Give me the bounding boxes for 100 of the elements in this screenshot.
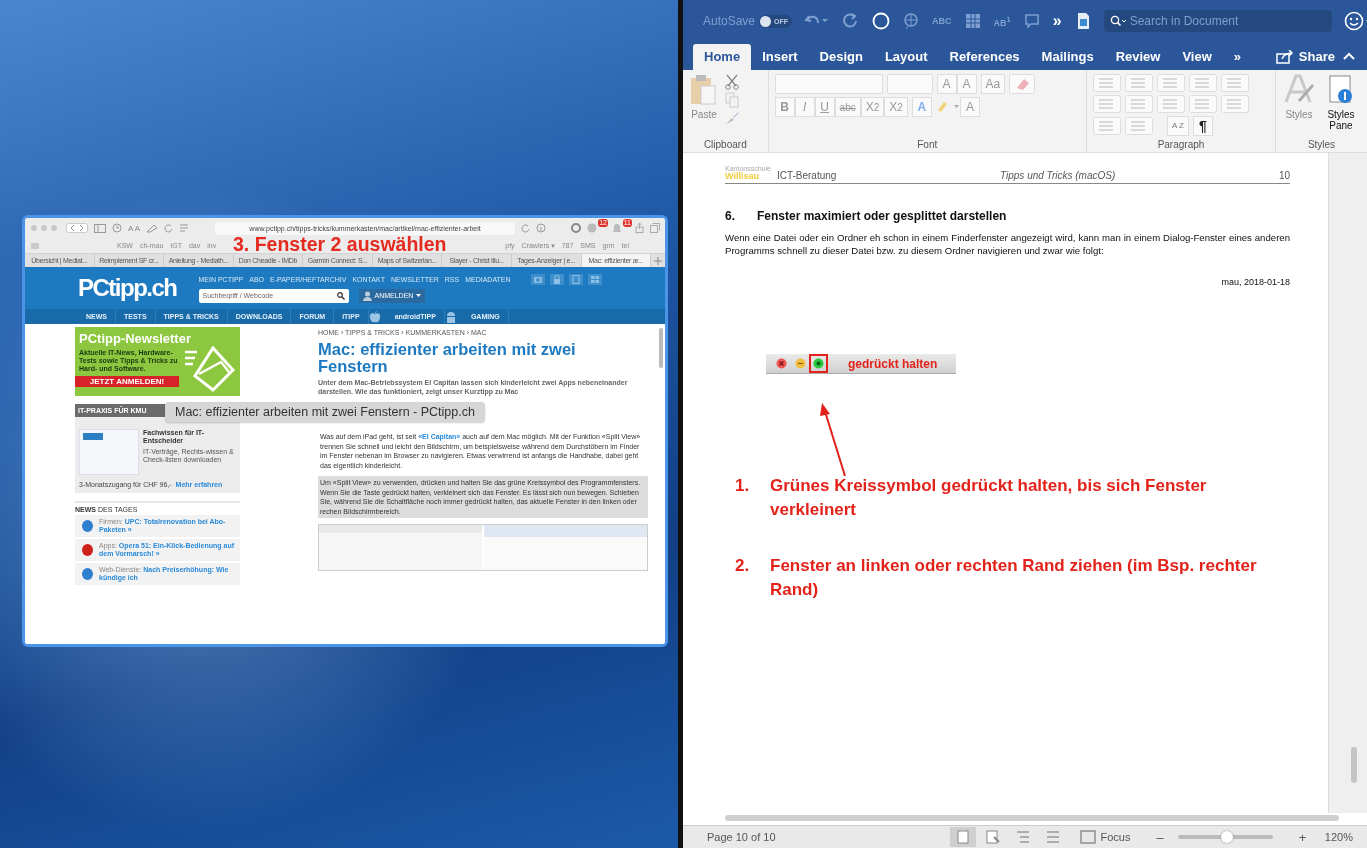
circle-icon[interactable] bbox=[872, 12, 891, 30]
styles-pane-button[interactable]: Styles Pane bbox=[1321, 74, 1361, 139]
share-button[interactable]: Share bbox=[1267, 49, 1343, 70]
zoom-in-button[interactable]: + bbox=[1298, 829, 1307, 845]
format-button[interactable]: B bbox=[774, 97, 795, 117]
bell-icon[interactable] bbox=[611, 223, 623, 233]
toolbar-button[interactable]: » bbox=[1052, 12, 1062, 30]
reader-icon[interactable] bbox=[179, 224, 189, 232]
scissors-icon[interactable] bbox=[724, 74, 740, 90]
share-icon[interactable] bbox=[635, 223, 644, 233]
caret-icon bbox=[416, 294, 422, 297]
align-right-icon[interactable] bbox=[1156, 95, 1185, 113]
annotation-caption: 3. Fenster 2 auswählen bbox=[233, 234, 447, 254]
collapse-caret-icon[interactable] bbox=[1343, 52, 1355, 60]
shrink-font-button[interactable]: A bbox=[956, 74, 977, 94]
eraser-icon[interactable] bbox=[1009, 74, 1036, 94]
multilevel-list-icon[interactable] bbox=[1156, 74, 1185, 92]
fruit-icon bbox=[368, 310, 381, 323]
clipboard-icon bbox=[689, 74, 719, 106]
window-controls-icon bbox=[30, 224, 60, 232]
scrollbar-thumb[interactable] bbox=[659, 328, 663, 368]
body-paragraph: Wenn eine Datei oder ein Ordner eh schon in einem Finderfenster angezeigt wird, kann man in einem Dialog-Fenster eines anderen Programms schnell zu dieser Datei bzw. zu diesem Ordner navigieren und zwar wie folgt: bbox=[725, 232, 1290, 257]
copy-icon[interactable] bbox=[724, 92, 740, 108]
banner-title: PCtipp-Newsletter bbox=[79, 331, 192, 346]
format-button[interactable]: U bbox=[814, 97, 835, 117]
share-icon bbox=[1275, 49, 1294, 64]
new-tab-icon[interactable] bbox=[654, 256, 663, 265]
four-panes-icon[interactable] bbox=[587, 273, 602, 285]
decrease-indent-icon[interactable] bbox=[1188, 74, 1217, 92]
edit-icon[interactable] bbox=[146, 223, 158, 233]
history-icon[interactable] bbox=[112, 223, 122, 233]
table-icon[interactable] bbox=[963, 12, 982, 30]
signup-button[interactable]: JETZT ANMELDEN! bbox=[75, 376, 179, 387]
date-text: mau, 2018-01-18 bbox=[1220, 277, 1290, 287]
borders-icon[interactable] bbox=[1124, 117, 1153, 135]
ribbon-tab[interactable]: View bbox=[1171, 44, 1223, 70]
device-icon[interactable] bbox=[568, 273, 583, 285]
zoom-level: 120% bbox=[1324, 831, 1353, 843]
ribbon-tab[interactable]: Review bbox=[1104, 44, 1172, 70]
back-forward-icon[interactable] bbox=[66, 223, 88, 233]
gear-icon[interactable] bbox=[571, 223, 581, 233]
ribbon-tab[interactable]: Design bbox=[808, 44, 874, 70]
paste-button[interactable]: Paste bbox=[689, 74, 719, 139]
header-title: Tipps und Tricks (macOS) bbox=[999, 170, 1117, 181]
ribbon-tab[interactable]: References bbox=[938, 44, 1031, 70]
grow-font-button[interactable]: A bbox=[936, 74, 957, 94]
camera-icon[interactable] bbox=[530, 273, 545, 285]
change-case-button[interactable]: Aa bbox=[980, 74, 1006, 94]
lock-icon[interactable] bbox=[549, 273, 564, 285]
reload-icon[interactable] bbox=[521, 223, 530, 233]
bullets-icon[interactable] bbox=[1092, 74, 1121, 92]
styles-button[interactable]: Styles bbox=[1282, 74, 1316, 139]
step-number: 1. bbox=[735, 475, 751, 497]
site-logo[interactable]: PCtipp.ch bbox=[78, 274, 177, 302]
font-name-dropdown[interactable] bbox=[774, 74, 883, 94]
show-formatting-button[interactable]: ¶ bbox=[1192, 116, 1213, 136]
tooltip: Mac: effizienter arbeiten mit zwei Fenstern - PCtipp.ch bbox=[165, 402, 485, 422]
search-icon[interactable] bbox=[336, 291, 345, 300]
align-left-icon[interactable] bbox=[1092, 95, 1121, 113]
search-icon bbox=[1109, 15, 1126, 27]
comment-icon[interactable] bbox=[1022, 12, 1041, 30]
font-size-dropdown[interactable] bbox=[886, 74, 933, 94]
reload-icon[interactable] bbox=[164, 223, 173, 233]
tabs-icon[interactable] bbox=[650, 223, 660, 233]
robot-icon bbox=[444, 310, 457, 323]
font-color-button[interactable]: A bbox=[959, 97, 980, 117]
close-icon bbox=[776, 358, 787, 369]
shading-icon[interactable] bbox=[1092, 117, 1121, 135]
step-text: Fenster an linken oder rechten Rand ziehen (im Bsp. rechter Rand) bbox=[770, 555, 1258, 601]
ribbon-tab[interactable]: Home bbox=[693, 44, 752, 70]
toolbar-button[interactable]: AB$^{1}$ bbox=[993, 14, 1011, 28]
zoom-out-button[interactable]: – bbox=[1156, 829, 1164, 845]
slider-thumb[interactable] bbox=[1221, 831, 1234, 843]
line-spacing-icon[interactable] bbox=[1220, 95, 1249, 113]
ribbon-tab[interactable]: Insert bbox=[751, 44, 809, 70]
justify-icon[interactable] bbox=[1188, 95, 1217, 113]
format-button[interactable]: I bbox=[794, 97, 815, 117]
ribbon-tab[interactable]: Mailings bbox=[1030, 44, 1105, 70]
heading-number: 6. bbox=[725, 209, 736, 223]
focus-button[interactable]: Focus bbox=[1079, 830, 1131, 844]
format-button[interactable]: abc bbox=[834, 97, 861, 117]
text-size-button[interactable]: A A bbox=[128, 223, 140, 233]
group-label: Font bbox=[916, 139, 939, 150]
scrollbar-thumb[interactable] bbox=[1351, 747, 1357, 783]
search-field[interactable]: Search in Document bbox=[1103, 10, 1332, 32]
numbering-icon[interactable] bbox=[1124, 74, 1153, 92]
page-number: 10 bbox=[1278, 170, 1290, 181]
print-layout-icon[interactable] bbox=[949, 827, 976, 847]
group-label: Paragraph bbox=[1156, 139, 1206, 150]
info-icon[interactable] bbox=[536, 223, 546, 233]
scrollbar-thumb[interactable] bbox=[725, 815, 1339, 821]
article-title: Mac: effizienter arbeiten mit zwei Fenstern bbox=[318, 341, 577, 375]
sort-button[interactable]: A Z bbox=[1166, 116, 1189, 136]
ribbon-tab[interactable]: Layout bbox=[873, 44, 939, 70]
sidebar-icon[interactable] bbox=[94, 223, 106, 233]
ribbon-tab[interactable]: » bbox=[1222, 44, 1253, 70]
increase-indent-icon[interactable] bbox=[1220, 74, 1249, 92]
text-effects-button[interactable]: A bbox=[911, 97, 932, 117]
toolbar-button[interactable]: ABC bbox=[932, 16, 952, 26]
align-center-icon[interactable] bbox=[1124, 95, 1153, 113]
